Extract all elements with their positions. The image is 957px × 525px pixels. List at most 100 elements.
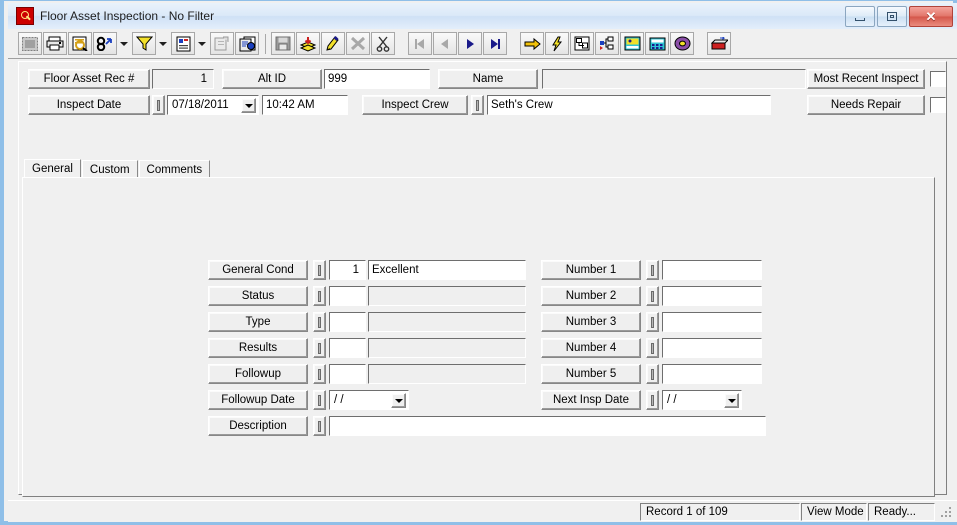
- inspect-crew-input[interactable]: Seth's Crew: [487, 95, 771, 115]
- description-input[interactable]: [329, 416, 766, 436]
- number-1-input[interactable]: [662, 260, 762, 280]
- alt-id-label[interactable]: Alt ID: [222, 69, 322, 89]
- results-pick-button[interactable]: [313, 338, 326, 358]
- status-pick-button[interactable]: [313, 286, 326, 306]
- followup-date-value: / /: [334, 394, 344, 406]
- general-cond-value[interactable]: Excellent: [368, 260, 526, 280]
- tree-view-icon[interactable]: [595, 32, 619, 55]
- number-4-input[interactable]: [662, 338, 762, 358]
- last-record-icon[interactable]: [483, 32, 507, 55]
- help-icon[interactable]: [670, 32, 694, 55]
- results-label[interactable]: Results: [208, 338, 308, 358]
- filter-icon[interactable]: [132, 32, 156, 55]
- type-pick-button[interactable]: [313, 312, 326, 332]
- number-2-input[interactable]: [662, 286, 762, 306]
- status-bar: Record 1 of 109 View Mode Ready...: [8, 500, 957, 522]
- most-recent-inspect-checkbox[interactable]: [930, 71, 946, 87]
- previous-record-icon[interactable]: [433, 32, 457, 55]
- find-dropdown-arrow[interactable]: [118, 32, 130, 55]
- needs-repair-checkbox[interactable]: [930, 97, 946, 113]
- goto-icon[interactable]: [520, 32, 544, 55]
- number-5-label[interactable]: Number 5: [541, 364, 641, 384]
- number-5-input[interactable]: [662, 364, 762, 384]
- floor-asset-rec-label[interactable]: Floor Asset Rec #: [28, 69, 150, 89]
- calculator-icon[interactable]: [645, 32, 669, 55]
- minimize-button[interactable]: [845, 6, 875, 27]
- select-all-icon[interactable]: [18, 32, 42, 55]
- number-2-pick-button[interactable]: [646, 286, 659, 306]
- first-record-icon[interactable]: [408, 32, 432, 55]
- most-recent-inspect-label[interactable]: Most Recent Inspect: [807, 69, 925, 89]
- tab-custom[interactable]: Custom: [81, 160, 138, 178]
- inspect-crew-pick-button[interactable]: [471, 95, 484, 115]
- inspect-date-chevron-down-icon[interactable]: [241, 98, 256, 113]
- next-record-icon[interactable]: [458, 32, 482, 55]
- image-icon[interactable]: [620, 32, 644, 55]
- number-3-input[interactable]: [662, 312, 762, 332]
- general-cond-pick-button[interactable]: [313, 260, 326, 280]
- print-preview-icon[interactable]: [68, 32, 92, 55]
- export-icon[interactable]: [210, 32, 234, 55]
- followup-code[interactable]: [329, 364, 366, 384]
- resize-grip-icon[interactable]: [939, 505, 953, 519]
- inspect-time-input[interactable]: 10:42 AM: [262, 95, 348, 115]
- cut-icon[interactable]: [371, 32, 395, 55]
- inspect-date-pick-button[interactable]: [152, 95, 165, 115]
- number-5-pick-button[interactable]: [646, 364, 659, 384]
- save-icon[interactable]: [271, 32, 295, 55]
- filter-dropdown-arrow[interactable]: [157, 32, 169, 55]
- add-record-icon[interactable]: [296, 32, 320, 55]
- title-bar[interactable]: Floor Asset Inspection - No Filter ✕: [8, 3, 957, 29]
- inspect-crew-label[interactable]: Inspect Crew: [362, 95, 468, 115]
- restore-button[interactable]: [877, 6, 907, 27]
- needs-repair-label[interactable]: Needs Repair: [807, 95, 925, 115]
- inspect-date-label[interactable]: Inspect Date: [28, 95, 150, 115]
- layout-icon[interactable]: [570, 32, 594, 55]
- close-button[interactable]: ✕: [909, 6, 953, 27]
- status-label[interactable]: Status: [208, 286, 308, 306]
- tab-general[interactable]: General: [24, 159, 81, 179]
- copy-record-icon[interactable]: [235, 32, 259, 55]
- status-code[interactable]: [329, 286, 366, 306]
- number-2-label[interactable]: Number 2: [541, 286, 641, 306]
- followup-date-pick-button[interactable]: [313, 390, 326, 410]
- inspect-date-combo[interactable]: 07/18/2011: [167, 95, 259, 115]
- next-insp-date-combo[interactable]: / /: [662, 390, 742, 410]
- number-4-pick-button[interactable]: [646, 338, 659, 358]
- number-2-row: Number 2: [541, 286, 762, 306]
- next-insp-date-pick-button[interactable]: [646, 390, 659, 410]
- number-3-pick-button[interactable]: [646, 312, 659, 332]
- general-cond-label[interactable]: General Cond: [208, 260, 308, 280]
- exit-icon[interactable]: [707, 32, 731, 55]
- followup-pick-button[interactable]: [313, 364, 326, 384]
- edit-record-icon[interactable]: [321, 32, 345, 55]
- name-input[interactable]: [542, 69, 806, 89]
- print-icon[interactable]: [43, 32, 67, 55]
- followup-date-chevron-down-icon[interactable]: [391, 393, 406, 408]
- name-row: Name: [438, 69, 806, 89]
- description-label[interactable]: Description: [208, 416, 308, 436]
- name-label[interactable]: Name: [438, 69, 538, 89]
- next-insp-date-chevron-down-icon[interactable]: [724, 393, 739, 408]
- followup-date-combo[interactable]: / /: [329, 390, 409, 410]
- alt-id-input[interactable]: 999: [324, 69, 430, 89]
- followup-date-label[interactable]: Followup Date: [208, 390, 308, 410]
- number-4-label[interactable]: Number 4: [541, 338, 641, 358]
- type-label[interactable]: Type: [208, 312, 308, 332]
- number-1-pick-button[interactable]: [646, 260, 659, 280]
- description-pick-button[interactable]: [313, 416, 326, 436]
- followup-label[interactable]: Followup: [208, 364, 308, 384]
- results-code[interactable]: [329, 338, 366, 358]
- general-cond-code[interactable]: 1: [329, 260, 366, 280]
- number-1-label[interactable]: Number 1: [541, 260, 641, 280]
- report-icon[interactable]: [171, 32, 195, 55]
- find-icon[interactable]: [93, 32, 117, 55]
- report-dropdown-arrow[interactable]: [196, 32, 208, 55]
- delete-record-icon[interactable]: [346, 32, 370, 55]
- inspect-date-row: Inspect Date 07/18/2011 10:42 AM: [28, 95, 348, 115]
- type-code[interactable]: [329, 312, 366, 332]
- quick-action-icon[interactable]: [545, 32, 569, 55]
- tab-comments[interactable]: Comments: [138, 160, 211, 178]
- next-insp-date-label[interactable]: Next Insp Date: [541, 390, 641, 410]
- number-3-label[interactable]: Number 3: [541, 312, 641, 332]
